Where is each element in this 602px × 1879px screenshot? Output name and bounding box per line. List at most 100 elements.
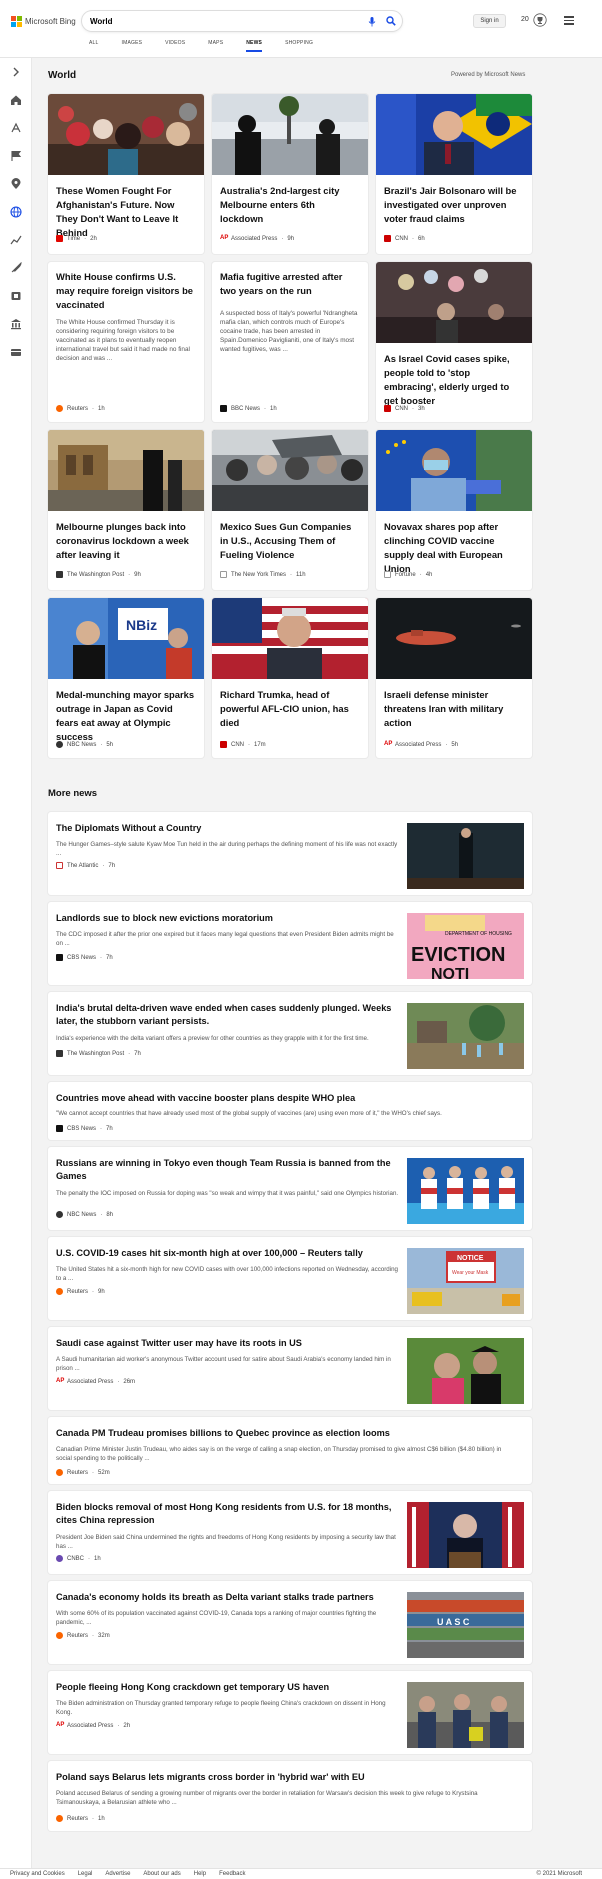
source-name: Reuters [67, 1469, 89, 1476]
footer-link-about-ads[interactable]: About our ads [143, 1871, 180, 1877]
news-card[interactable]: Australia's 2nd-largest city Melbourne e… [212, 94, 368, 254]
card-title[interactable]: These Women Fought For Afghanistan's Fut… [56, 184, 196, 240]
cnn-logo-icon [384, 235, 391, 242]
card-title[interactable]: Richard Trumka, head of powerful AFL-CIO… [220, 688, 360, 730]
news-card[interactable]: Mexico Sues Gun Companies in U.S., Accus… [212, 430, 368, 590]
item-description: "We cannot accept countries that have al… [56, 1110, 442, 1117]
news-list-item[interactable]: U.S. COVID-19 cases hit six-month high a… [48, 1237, 532, 1320]
news-list-item[interactable]: Landlords sue to block new evictions mor… [48, 902, 532, 985]
item-title[interactable]: Biden blocks removal of most Hong Kong r… [56, 1501, 399, 1527]
news-card[interactable]: Melbourne plunges back into coronavirus … [48, 430, 204, 590]
tab-videos[interactable]: VIDEOS [165, 40, 185, 51]
item-title[interactable]: Landlords sue to block new evictions mor… [56, 912, 399, 925]
item-description: The Hunger Games–style salute Kyaw Moe T… [56, 841, 398, 857]
tab-all[interactable]: ALL [89, 40, 99, 51]
atlantic-logo-icon [56, 862, 63, 869]
rocket-icon[interactable] [10, 262, 22, 274]
news-card[interactable]: As Israel Covid cases spike, people told… [376, 262, 532, 422]
source-name: Associated Press [67, 1378, 114, 1385]
source-time: 2h [123, 1722, 131, 1729]
card-title[interactable]: Medal-munching mayor sparks outrage in J… [56, 688, 196, 744]
tab-images[interactable]: IMAGES [122, 40, 143, 51]
washington-post-logo-icon [56, 1050, 63, 1057]
footer-link-advertise[interactable]: Advertise [105, 1871, 130, 1877]
rewards-trophy-icon[interactable] [533, 13, 547, 27]
ap-logo-icon: AP [56, 1722, 65, 1729]
card-title[interactable]: White House confirms U.S. may require fo… [56, 270, 196, 312]
card-title[interactable]: Novavax shares pop after clinching COVID… [384, 520, 524, 576]
item-title[interactable]: Poland says Belarus lets migrants cross … [56, 1771, 516, 1784]
card-title[interactable]: Brazil's Jair Bolsonaro will be investig… [384, 184, 524, 226]
source-time: 7h [106, 954, 113, 961]
item-title[interactable]: U.S. COVID-19 cases hit six-month high a… [56, 1247, 399, 1260]
flag-icon[interactable] [10, 150, 22, 162]
discover-icon[interactable] [10, 122, 22, 134]
item-title[interactable]: People fleeing Hong Kong crackdown get t… [56, 1681, 399, 1694]
item-description: The Biden administration on Thursday gra… [56, 1700, 386, 1716]
bing-logo[interactable]: Microsoft Bing [11, 15, 76, 27]
news-card[interactable]: NBiz Medal-munching mayor sparks outrage… [48, 598, 204, 758]
news-list-item[interactable]: Russians are winning in Tokyo even thoug… [48, 1147, 532, 1230]
item-title[interactable]: Canada's economy holds its breath as Del… [56, 1591, 399, 1604]
chart-icon[interactable] [10, 234, 22, 246]
news-list-item[interactable]: Canada's economy holds its breath as Del… [48, 1581, 532, 1664]
eviction-sign-main: EVICTION [411, 944, 505, 966]
item-title[interactable]: Countries move ahead with vaccine booste… [56, 1092, 516, 1105]
source-name: CNBC [67, 1555, 85, 1562]
search-input[interactable] [90, 15, 360, 27]
news-list-item[interactable]: Poland says Belarus lets migrants cross … [48, 1761, 532, 1831]
notice-sign-photo: NOTICE Wear your Mask [407, 1248, 524, 1314]
tab-maps[interactable]: MAPS [208, 40, 223, 51]
card-title[interactable]: Melbourne plunges back into coronavirus … [56, 520, 196, 562]
item-title[interactable]: Canada PM Trudeau promises billions to Q… [56, 1427, 516, 1440]
news-card[interactable]: Richard Trumka, head of powerful AFL-CIO… [212, 598, 368, 758]
location-pin-icon[interactable] [10, 178, 22, 190]
footer-link-privacy[interactable]: Privacy and Cookies [10, 1871, 65, 1877]
powered-by-text[interactable]: Powered by Microsoft News [451, 72, 525, 78]
news-card[interactable]: White House confirms U.S. may require fo… [48, 262, 204, 422]
card-title[interactable]: Australia's 2nd-largest city Melbourne e… [220, 184, 360, 226]
tab-shopping[interactable]: SHOPPING [285, 40, 313, 51]
card-title[interactable]: Mexico Sues Gun Companies in U.S., Accus… [220, 520, 360, 562]
card-title[interactable]: Mafia fugitive arrested after two years … [220, 270, 360, 298]
news-card[interactable]: Mafia fugitive arrested after two years … [212, 262, 368, 422]
search-icon[interactable] [386, 16, 396, 26]
israel-party-photo [376, 262, 532, 343]
wallet-icon[interactable] [10, 346, 22, 358]
item-title[interactable]: Russians are winning in Tokyo even thoug… [56, 1157, 399, 1183]
item-title[interactable]: Saudi case against Twitter user may have… [56, 1337, 399, 1350]
news-card[interactable]: Israeli defense minister threatens Iran … [376, 598, 532, 758]
news-list-item[interactable]: The Diplomats Without a Country The Hung… [48, 812, 532, 895]
home-icon[interactable] [10, 94, 22, 106]
sign-in-button[interactable]: Sign in [473, 14, 506, 28]
news-card[interactable]: These Women Fought For Afghanistan's Fut… [48, 94, 204, 254]
time-logo-icon [56, 235, 63, 242]
item-title[interactable]: India's brutal delta-driven wave ended w… [56, 1002, 399, 1028]
microphone-icon[interactable] [368, 17, 376, 27]
hamburger-menu-icon[interactable] [564, 16, 574, 25]
news-list-item[interactable]: Saudi case against Twitter user may have… [48, 1327, 532, 1410]
news-list-item[interactable]: Biden blocks removal of most Hong Kong r… [48, 1491, 532, 1574]
footer-link-legal[interactable]: Legal [78, 1871, 93, 1877]
building-icon[interactable] [10, 318, 22, 330]
globe-icon[interactable] [10, 206, 22, 218]
news-list-item[interactable]: Countries move ahead with vaccine booste… [48, 1082, 532, 1140]
source-time: 5h [106, 741, 114, 748]
bbc-logo-icon [220, 405, 227, 412]
news-list-item[interactable]: People fleeing Hong Kong crackdown get t… [48, 1671, 532, 1754]
ap-logo-icon: AP [220, 235, 229, 242]
film-icon[interactable] [10, 290, 22, 302]
footer-link-feedback[interactable]: Feedback [219, 1871, 245, 1877]
news-card[interactable]: Brazil's Jair Bolsonaro will be investig… [376, 94, 532, 254]
news-list-item[interactable]: Canada PM Trudeau promises billions to Q… [48, 1417, 532, 1484]
footer-link-help[interactable]: Help [194, 1871, 206, 1877]
card-source: CNN · 17m [220, 741, 266, 748]
tab-news[interactable]: NEWS [246, 40, 262, 52]
card-title[interactable]: As Israel Covid cases spike, people told… [384, 352, 524, 408]
item-title[interactable]: The Diplomats Without a Country [56, 822, 399, 835]
rewards-count[interactable]: 20 [521, 16, 529, 23]
card-title[interactable]: Israeli defense minister threatens Iran … [384, 688, 524, 730]
news-card[interactable]: Novavax shares pop after clinching COVID… [376, 430, 532, 590]
expand-chevron-icon[interactable] [10, 66, 22, 78]
news-list-item[interactable]: India's brutal delta-driven wave ended w… [48, 992, 532, 1075]
